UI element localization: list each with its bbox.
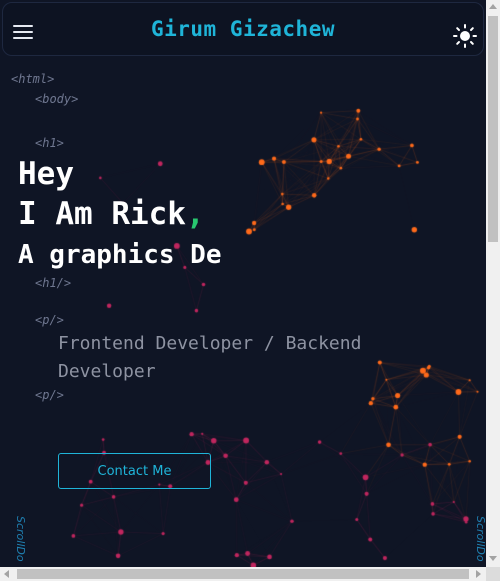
h1-close-tag: <h1/> (35, 276, 72, 290)
hero-greeting: Hey (18, 156, 74, 192)
p-close-tag: <p/> (35, 388, 64, 402)
sun-icon[interactable] (453, 24, 477, 48)
horizontal-scrollbar-thumb[interactable] (17, 569, 469, 579)
scroll-up-arrow-icon[interactable] (489, 4, 497, 9)
scrollbar-corner (486, 567, 500, 581)
html-open-tag: <html> (11, 72, 55, 86)
page-viewport: Girum Gizachew <html> <body> <h1> Hey I … (0, 0, 486, 567)
contact-me-button[interactable]: Contact Me (58, 453, 211, 489)
top-navbar: Girum Gizachew (2, 2, 484, 56)
hero-name: I Am Rick, (18, 196, 205, 232)
hero-name-text: I Am Rick (18, 196, 186, 232)
hero-role-typing: A graphics De (18, 240, 222, 270)
hero-name-comma: , (185, 196, 205, 232)
site-title[interactable]: Girum Gizachew (3, 17, 483, 41)
p-open-tag: <p/> (35, 313, 64, 327)
scroll-right-arrow-icon[interactable] (476, 570, 481, 578)
vertical-scrollbar[interactable] (486, 0, 500, 567)
hero-description: Frontend Developer / Backend Developer (58, 333, 362, 382)
horizontal-scrollbar[interactable] (0, 567, 486, 581)
vertical-scrollbar-thumb[interactable] (488, 16, 498, 242)
body-open-tag: <body> (35, 92, 79, 106)
scroll-left-arrow-icon[interactable] (4, 570, 9, 578)
scroll-down-indicator-left[interactable]: ScrollDo (14, 516, 27, 562)
scroll-down-indicator-right[interactable]: ScrollDo (474, 516, 486, 562)
scroll-down-arrow-icon[interactable] (489, 556, 497, 561)
h1-open-tag: <h1> (35, 136, 64, 150)
